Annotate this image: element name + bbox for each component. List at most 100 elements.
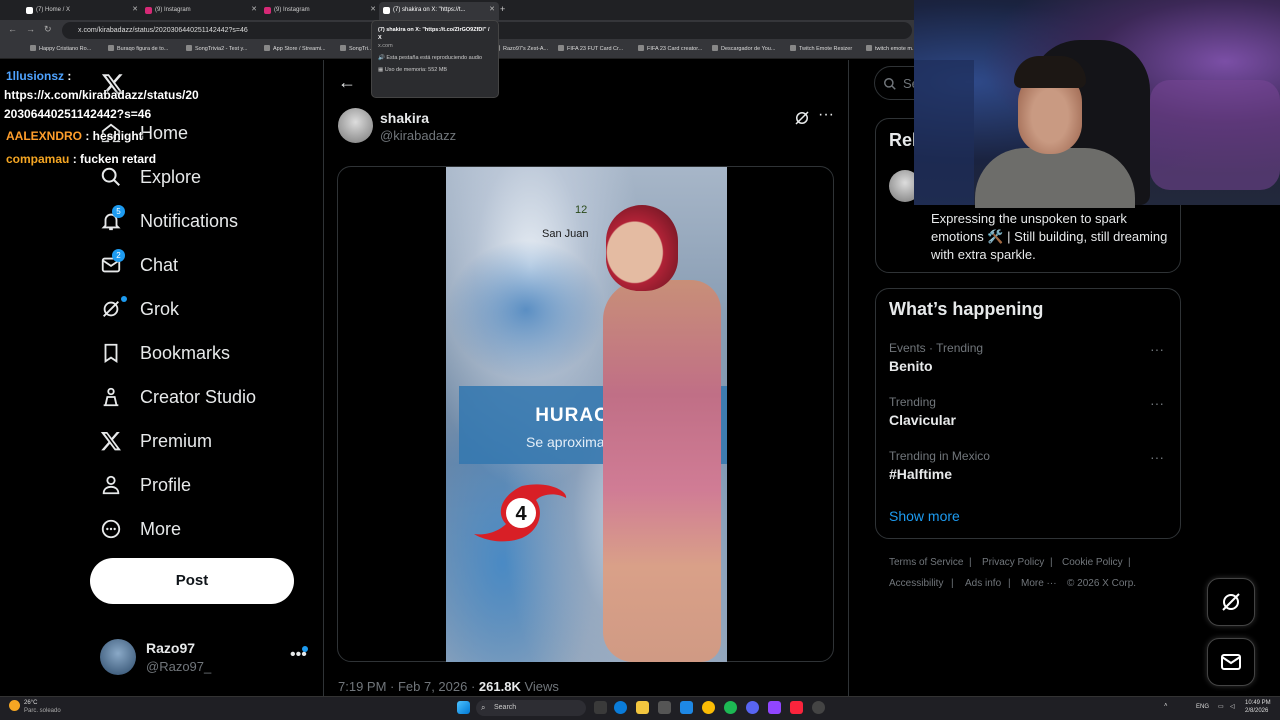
sidebar-item-premium[interactable]: Premium	[100, 426, 212, 456]
chat-message: 20306440251142442?s=46	[4, 107, 152, 121]
bookmark-item[interactable]: FIFA 23 Card creator...	[638, 45, 702, 52]
reload-icon[interactable]: ↻	[44, 24, 52, 35]
sidebar-item-label: Bookmarks	[140, 342, 231, 363]
footer-divider: |	[951, 578, 954, 589]
messages-floating-button[interactable]	[1207, 638, 1255, 686]
weather-temp[interactable]: 26°C	[24, 700, 37, 706]
obs-icon[interactable]	[768, 701, 781, 714]
footer-link[interactable]: Accessibility	[889, 578, 943, 589]
sidebar-item-label: More	[140, 518, 182, 539]
close-icon[interactable]: ✕	[370, 2, 376, 18]
volume-icon[interactable]: ◁	[1230, 703, 1235, 710]
trend-name[interactable]: Benito	[889, 358, 933, 374]
trend-more-icon[interactable]: ···	[1150, 341, 1164, 357]
bookmark-item[interactable]: SongTri...	[340, 45, 373, 52]
bookmark-item[interactable]: App Store / Streami...	[264, 45, 326, 52]
close-icon[interactable]: ✕	[489, 2, 495, 18]
sidebar-item-more[interactable]: More	[100, 514, 181, 544]
footer-divider: |	[969, 557, 972, 568]
discord-icon[interactable]	[746, 701, 759, 714]
footer-link[interactable]: Ads info	[965, 578, 1001, 589]
windows-start-icon[interactable]	[457, 701, 470, 714]
show-more-link[interactable]: Show more	[889, 508, 960, 524]
edge-icon[interactable]	[614, 701, 627, 714]
sidebar-item-bookmarks[interactable]: Bookmarks	[100, 338, 230, 368]
browser-tab-active[interactable]: (7) shakira on X: "https://t... ✕	[379, 2, 499, 20]
browser-tab-instagram-2[interactable]: (9) Instagram ✕	[260, 2, 380, 20]
post-more-icon[interactable]: ···	[818, 106, 834, 124]
post-author-avatar[interactable]	[338, 108, 373, 143]
footer-link[interactable]: Terms of Service	[889, 557, 963, 568]
sidebar-item-label: Chat	[140, 254, 179, 275]
account-handle: @Razo97_	[146, 659, 212, 674]
close-icon[interactable]: ✕	[251, 2, 257, 18]
bookmark-item[interactable]: twitch emote m...	[866, 45, 917, 52]
hover-card-audio: 🔊 Esta pestaña está reproduciendo audio	[378, 55, 483, 61]
post-author-name[interactable]: shakira	[380, 110, 429, 126]
bookmark-item[interactable]: Twitch Emote Resizer	[790, 45, 852, 52]
network-icon[interactable]: ▭	[1218, 703, 1224, 710]
close-icon[interactable]: ✕	[132, 2, 138, 18]
grok-icon[interactable]	[793, 109, 811, 127]
language-indicator[interactable]: ENG	[1196, 704, 1209, 710]
footer-link[interactable]: Privacy Policy	[982, 557, 1044, 568]
bookmark-item[interactable]: FIFA 23 FUT Card Cr...	[558, 45, 623, 52]
bookmark-item[interactable]: SongTrivia2 - Test y...	[186, 45, 247, 52]
footer-link[interactable]: More ···	[1021, 578, 1057, 589]
instagram-icon	[145, 7, 152, 14]
hurricane-category-label: 4	[515, 503, 527, 525]
notification-count-badge: 5	[112, 205, 125, 218]
sidebar-item-label: Grok	[140, 298, 180, 319]
sidebar-item-profile[interactable]: Profile	[100, 470, 191, 500]
sidebar-item-creator-studio[interactable]: Creator Studio	[100, 382, 256, 412]
back-arrow-icon[interactable]: ←	[338, 72, 356, 93]
trend-context: Events · Trending	[889, 341, 984, 355]
account-avatar[interactable]	[100, 639, 136, 675]
task-view-icon[interactable]	[594, 701, 607, 714]
app-icon[interactable]	[658, 701, 671, 714]
app-icon[interactable]	[812, 701, 825, 714]
account-name[interactable]: Razo97	[146, 640, 195, 656]
file-explorer-icon[interactable]	[636, 701, 649, 714]
chat-message: https://x.com/kirabadazz/status/20	[4, 88, 199, 102]
post-button[interactable]: Post	[90, 558, 294, 604]
memory-icon: ▦	[378, 67, 385, 73]
bookmark-item[interactable]: Buraqo figura de to...	[108, 45, 168, 52]
music-icon[interactable]	[790, 701, 803, 714]
video-person-head	[606, 205, 678, 291]
bookmark-item[interactable]: Descargador de You...	[712, 45, 775, 52]
column-divider	[323, 60, 324, 696]
sidebar-item-explore[interactable]: Explore	[100, 162, 201, 192]
chrome-icon[interactable]	[702, 701, 715, 714]
trend-name[interactable]: Clavicular	[889, 412, 956, 428]
trend-more-icon[interactable]: ···	[1150, 449, 1164, 465]
profile-icon	[102, 475, 120, 495]
browser-tab-home[interactable]: (7) Home / X ✕	[22, 2, 142, 20]
map-number-label: 12	[575, 204, 588, 216]
post-author-handle[interactable]: @kirabadazz	[380, 128, 456, 143]
trend-context: Trending in Mexico	[889, 449, 990, 463]
grok-floating-button[interactable]	[1207, 578, 1255, 626]
taskbar-search[interactable]: ⌕ Search	[476, 700, 586, 716]
sidebar-item-label: Profile	[140, 474, 192, 495]
browser-tab-instagram-1[interactable]: (9) Instagram ✕	[141, 2, 261, 20]
store-icon[interactable]	[680, 701, 693, 714]
weather-desc: Parc. soleado	[24, 708, 61, 714]
new-tab-icon[interactable]: +	[500, 4, 505, 14]
grok-icon	[1222, 593, 1240, 611]
trend-more-icon[interactable]: ···	[1150, 395, 1164, 411]
clock-time[interactable]: 10:49 PM	[1245, 700, 1271, 706]
webcam-background	[1150, 80, 1280, 190]
bookmark-item[interactable]: Happy Cristiano Ro...	[30, 45, 91, 52]
column-divider	[848, 60, 849, 696]
weather-icon[interactable]	[9, 700, 20, 711]
trend-name[interactable]: #Halftime	[889, 466, 952, 482]
tray-chevron-icon[interactable]: ˄	[1164, 703, 1168, 709]
clock-date[interactable]: 2/8/2026	[1245, 708, 1268, 714]
back-nav-icon[interactable]: ←	[8, 24, 17, 34]
footer-link[interactable]: Cookie Policy	[1062, 557, 1123, 568]
bookmark-item[interactable]: Razo97's Zest-A...	[494, 45, 548, 52]
forward-nav-icon[interactable]: →	[26, 24, 35, 34]
spotify-icon[interactable]	[724, 701, 737, 714]
sidebar-item-grok[interactable]: Grok	[100, 294, 179, 324]
